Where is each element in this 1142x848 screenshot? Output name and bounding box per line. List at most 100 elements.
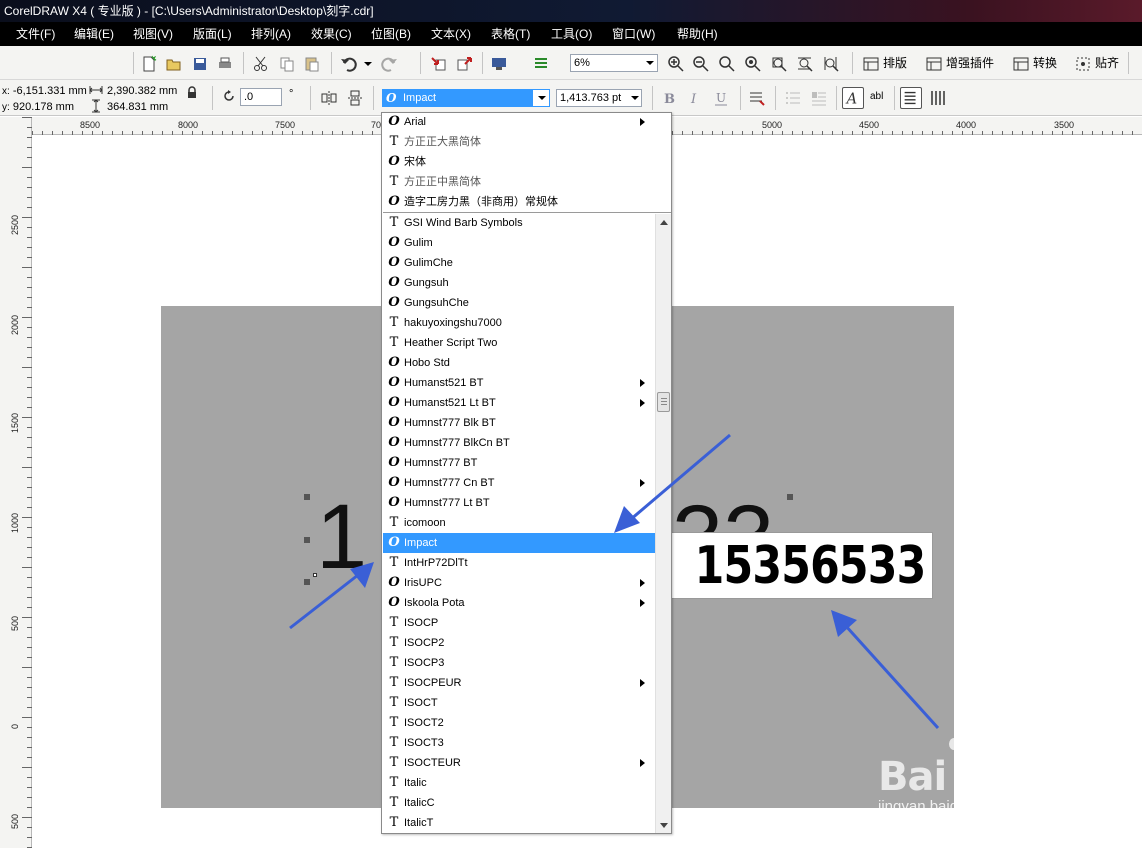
font-item[interactable]: O Gungsuh [383, 273, 655, 293]
font-item[interactable]: T Heather Script Two [383, 333, 655, 353]
font-item[interactable]: T ISOCT2 [383, 713, 655, 733]
font-item[interactable]: Ticomoon [383, 513, 655, 533]
text-node-handle[interactable] [313, 573, 317, 577]
font-item[interactable]: Thakuyoxingshu7000 [383, 313, 655, 333]
menu-item-6[interactable]: 位图(B) [371, 22, 411, 46]
mirror-vertical-icon[interactable] [346, 89, 364, 107]
font-item[interactable]: O 造字工房力黑（非商用）常规体 [383, 192, 655, 212]
italic-icon[interactable]: I [686, 89, 704, 107]
open-folder-icon[interactable] [165, 55, 183, 73]
menu-item-7[interactable]: 文本(X) [431, 22, 471, 46]
menu-item-3[interactable]: 版面(L) [193, 22, 232, 46]
menu-item-0[interactable]: 文件(F) [16, 22, 55, 46]
font-item[interactable]: T ISOCT3 [383, 733, 655, 753]
font-list-dropdown[interactable]: O Arial T 方正正大黑简体 O 宋体 T 方正正中黑简体 O 造字工房力黑（非商用）常规体… [381, 112, 672, 834]
selected-text-object[interactable]: 1 [316, 487, 367, 587]
font-item[interactable]: O Humnst777 Lt BT [383, 493, 655, 513]
zoom-page-height-icon[interactable] [822, 55, 840, 73]
undo-icon[interactable] [340, 55, 358, 73]
font-item[interactable]: O Hobo Std [383, 353, 655, 373]
font-size-field[interactable]: 1,413.763 pt [556, 89, 642, 107]
font-name-dropdown-icon[interactable] [538, 96, 546, 100]
font-item[interactable]: T ISOCP2 [383, 633, 655, 653]
selection-handle[interactable] [304, 494, 310, 500]
font-item[interactable]: T ItalicT [383, 813, 655, 833]
font-item[interactable]: T ISOCPEUR [383, 673, 655, 693]
font-item[interactable]: O Humanst521 BT [383, 373, 655, 393]
font-item[interactable]: O Gulim [383, 233, 655, 253]
menu-item-4[interactable]: 排列(A) [251, 22, 291, 46]
font-item[interactable]: O Arial [383, 112, 655, 132]
welcome-screen-icon[interactable] [532, 55, 550, 73]
font-item[interactable]: O GungsuhChe [383, 293, 655, 313]
mirror-horizontal-icon[interactable] [320, 89, 338, 107]
font-item[interactable]: O IrisUPC [383, 573, 655, 593]
vertical-ruler[interactable]: 2500 2000 1500 1000 500 0 500 [0, 117, 32, 848]
menu-item-8[interactable]: 表格(T) [491, 22, 530, 46]
convert-plugin-icon[interactable] [1012, 55, 1030, 73]
edit-text-icon[interactable]: A [842, 87, 864, 109]
menu-item-9[interactable]: 工具(O) [551, 22, 592, 46]
enhance-plugin-icon[interactable] [925, 55, 943, 73]
scroll-down-icon[interactable] [660, 823, 668, 828]
enhance-plugin-button[interactable]: 增强插件 [946, 55, 994, 71]
copy-icon[interactable] [278, 55, 296, 73]
layout-plugin-button[interactable]: 排版 [883, 55, 907, 71]
font-item-selected[interactable]: O Impact [383, 533, 655, 553]
zoom-selected-icon[interactable] [718, 55, 736, 73]
font-item[interactable]: O Iskoola Pota [383, 593, 655, 613]
font-item[interactable]: O Humanst521 Lt BT [383, 393, 655, 413]
font-item[interactable]: O GulimChe [383, 253, 655, 273]
scrollbar-thumb[interactable] [657, 392, 670, 412]
vertical-text-icon[interactable] [929, 89, 947, 107]
menu-item-5[interactable]: 效果(C) [311, 22, 352, 46]
drop-cap-icon[interactable] [810, 89, 828, 107]
font-item[interactable]: O Humnst777 BlkCn BT [383, 433, 655, 453]
selection-handle[interactable] [787, 494, 793, 500]
selection-handle[interactable] [304, 579, 310, 585]
font-name-field[interactable]: O Impact [382, 89, 550, 107]
y-position-field[interactable]: y: 920.178 mm [2, 100, 74, 115]
underline-icon[interactable]: U [712, 89, 730, 107]
zoom-dropdown-icon[interactable] [646, 61, 654, 65]
font-item[interactable]: O 宋体 [383, 152, 655, 172]
print-icon[interactable] [216, 55, 234, 73]
font-size-dropdown-icon[interactable] [631, 96, 639, 100]
new-document-icon[interactable] [140, 55, 158, 73]
lock-ratio-icon[interactable] [185, 86, 199, 100]
font-list-scrollbar[interactable] [655, 214, 671, 833]
bold-icon[interactable]: B [660, 89, 678, 107]
horizontal-text-icon[interactable] [900, 87, 922, 109]
layout-plugin-icon[interactable] [862, 55, 880, 73]
zoom-in-icon[interactable] [667, 55, 685, 73]
font-item[interactable]: T ISOCP3 [383, 653, 655, 673]
menu-item-1[interactable]: 编辑(E) [74, 22, 114, 46]
redo-icon[interactable] [380, 55, 398, 73]
width-field[interactable]: 2,390.382 mm [107, 84, 177, 98]
text-frame-button[interactable]: abl [870, 89, 883, 105]
import-icon[interactable] [430, 55, 448, 73]
bullet-list-icon[interactable] [784, 89, 802, 107]
menu-item-2[interactable]: 视图(V) [133, 22, 173, 46]
font-item[interactable]: T GSI Wind Barb Symbols [383, 213, 655, 233]
cut-icon[interactable] [252, 55, 270, 73]
font-item[interactable]: T 方正正中黑简体 [383, 172, 655, 192]
font-item[interactable]: T Italic [383, 773, 655, 793]
rotation-field[interactable]: .0 [240, 88, 282, 106]
font-item[interactable]: T IntHrP72DlTt [383, 553, 655, 573]
export-icon[interactable] [455, 55, 473, 73]
scroll-up-icon[interactable] [660, 220, 668, 225]
zoom-all-objects-icon[interactable] [744, 55, 762, 73]
zoom-page-width-icon[interactable] [796, 55, 814, 73]
undo-dropdown-icon[interactable] [364, 62, 372, 66]
font-item[interactable]: T ISOCP [383, 613, 655, 633]
font-item[interactable]: T ItalicC [383, 793, 655, 813]
font-item[interactable]: O Humnst777 Cn BT [383, 473, 655, 493]
application-launcher-icon[interactable] [490, 55, 508, 73]
font-item[interactable]: O Humnst777 BT [383, 453, 655, 473]
zoom-level-field[interactable]: 6% [570, 54, 658, 72]
font-item[interactable]: T ISOCTEUR [383, 753, 655, 773]
font-item[interactable]: O Humnst777 Blk BT [383, 413, 655, 433]
height-field[interactable]: 364.831 mm [107, 100, 168, 114]
selection-handle[interactable] [304, 537, 310, 543]
